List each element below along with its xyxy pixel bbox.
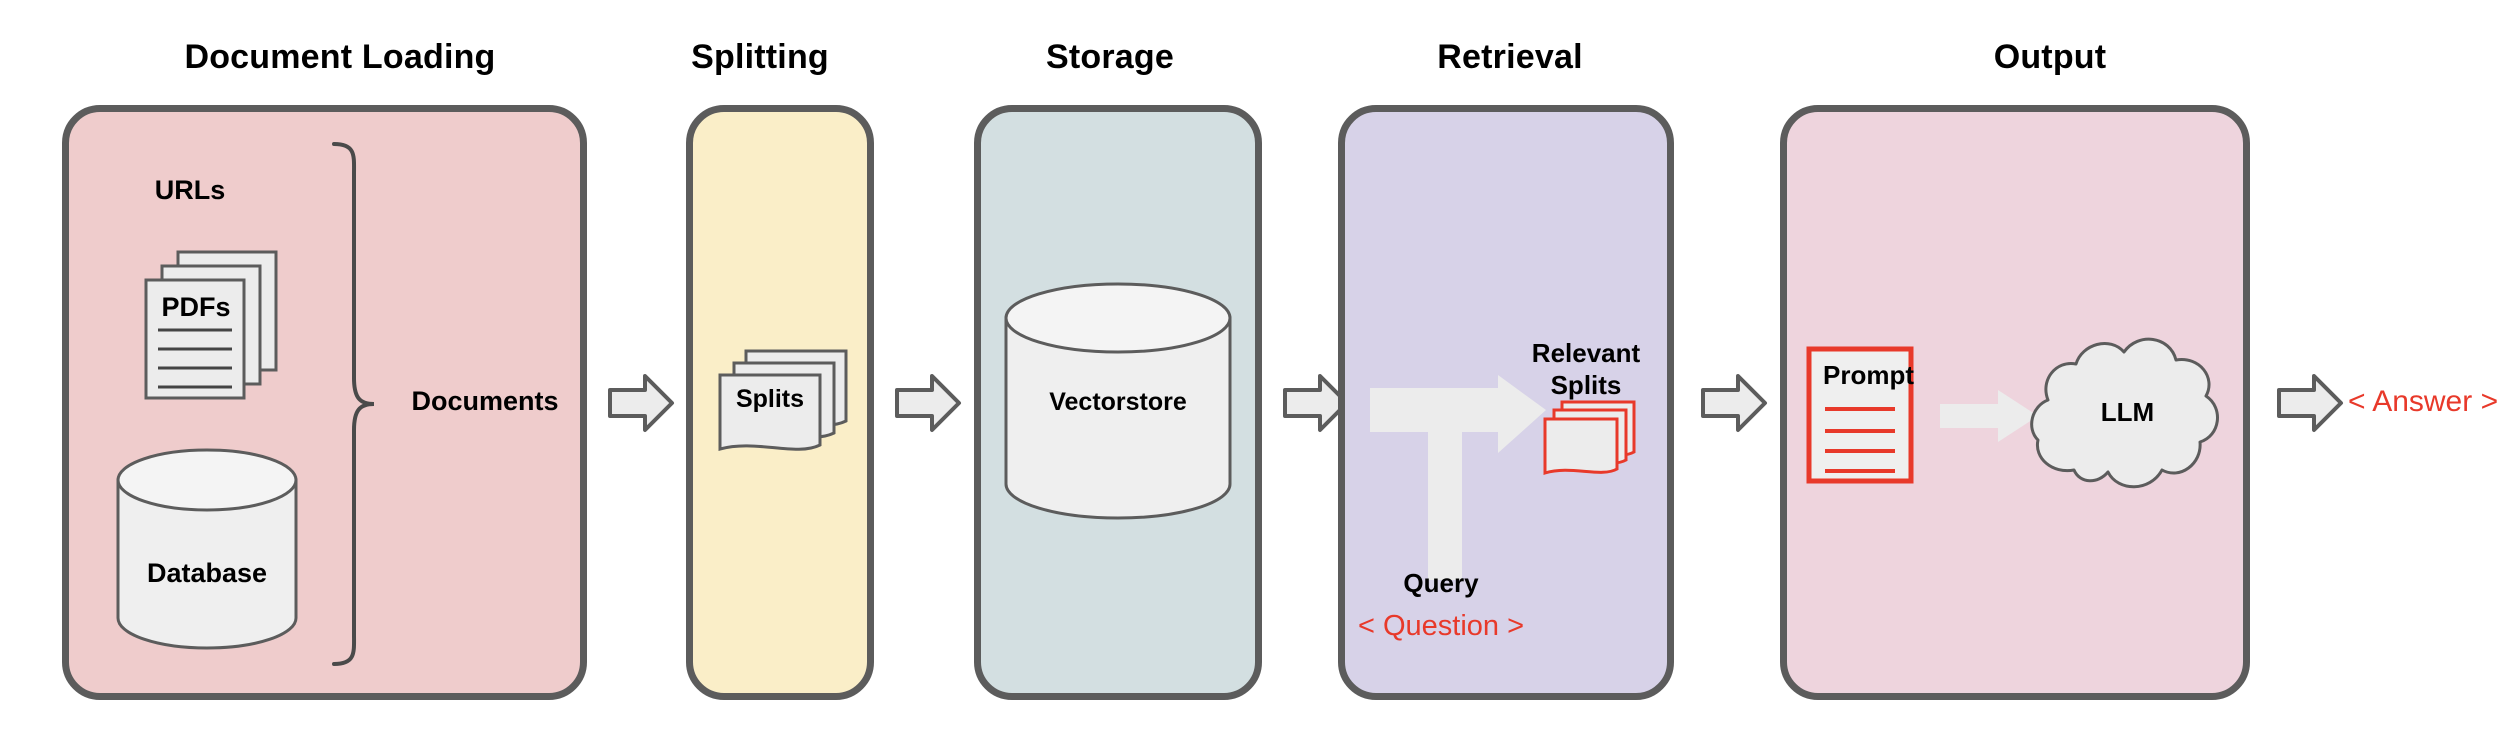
- prompt-label: Prompt: [1823, 360, 1914, 390]
- stage-title-output: Output: [1993, 38, 2107, 76]
- diagram-canvas: Document Loading Splitting Storage Retri…: [0, 0, 2514, 742]
- urls-label: URLs: [154, 175, 226, 205]
- arrow-splitting-to-storage: [895, 374, 961, 432]
- stage-title-document-loading: Document Loading: [184, 38, 496, 76]
- pdfs-label: PDFs: [161, 292, 231, 322]
- stage-title-retrieval: Retrieval: [1437, 38, 1583, 76]
- splits-label: Splits: [735, 385, 805, 413]
- relevant-splits-label-line2: Splits: [1550, 370, 1622, 400]
- documents-label: Documents: [411, 386, 559, 416]
- stage-title-splitting: Splitting: [691, 38, 829, 76]
- relevant-splits-label-line1: Relevant: [1531, 338, 1641, 368]
- query-tee-arrow-icon: [1370, 375, 1546, 580]
- pdfs-icon: [144, 250, 278, 400]
- query-label: Query: [1403, 568, 1479, 598]
- database-icon: [116, 448, 298, 650]
- brace-icon: [332, 142, 375, 666]
- stage-title-storage: Storage: [1046, 38, 1174, 76]
- arrow-retrieval-to-output: [1701, 374, 1767, 432]
- database-label: Database: [146, 558, 268, 588]
- llm-label: LLM: [2100, 396, 2155, 427]
- arrow-output-to-answer: [2277, 374, 2343, 432]
- vectorstore-label: Vectorstore: [1049, 387, 1187, 416]
- question-label: < Question >: [1357, 610, 1525, 642]
- answer-label: < Answer >: [2348, 385, 2499, 418]
- arrow-loading-to-splitting: [608, 374, 674, 432]
- prompt-to-llm-arrow: [1940, 390, 2038, 442]
- relevant-splits-icon: [1543, 400, 1636, 476]
